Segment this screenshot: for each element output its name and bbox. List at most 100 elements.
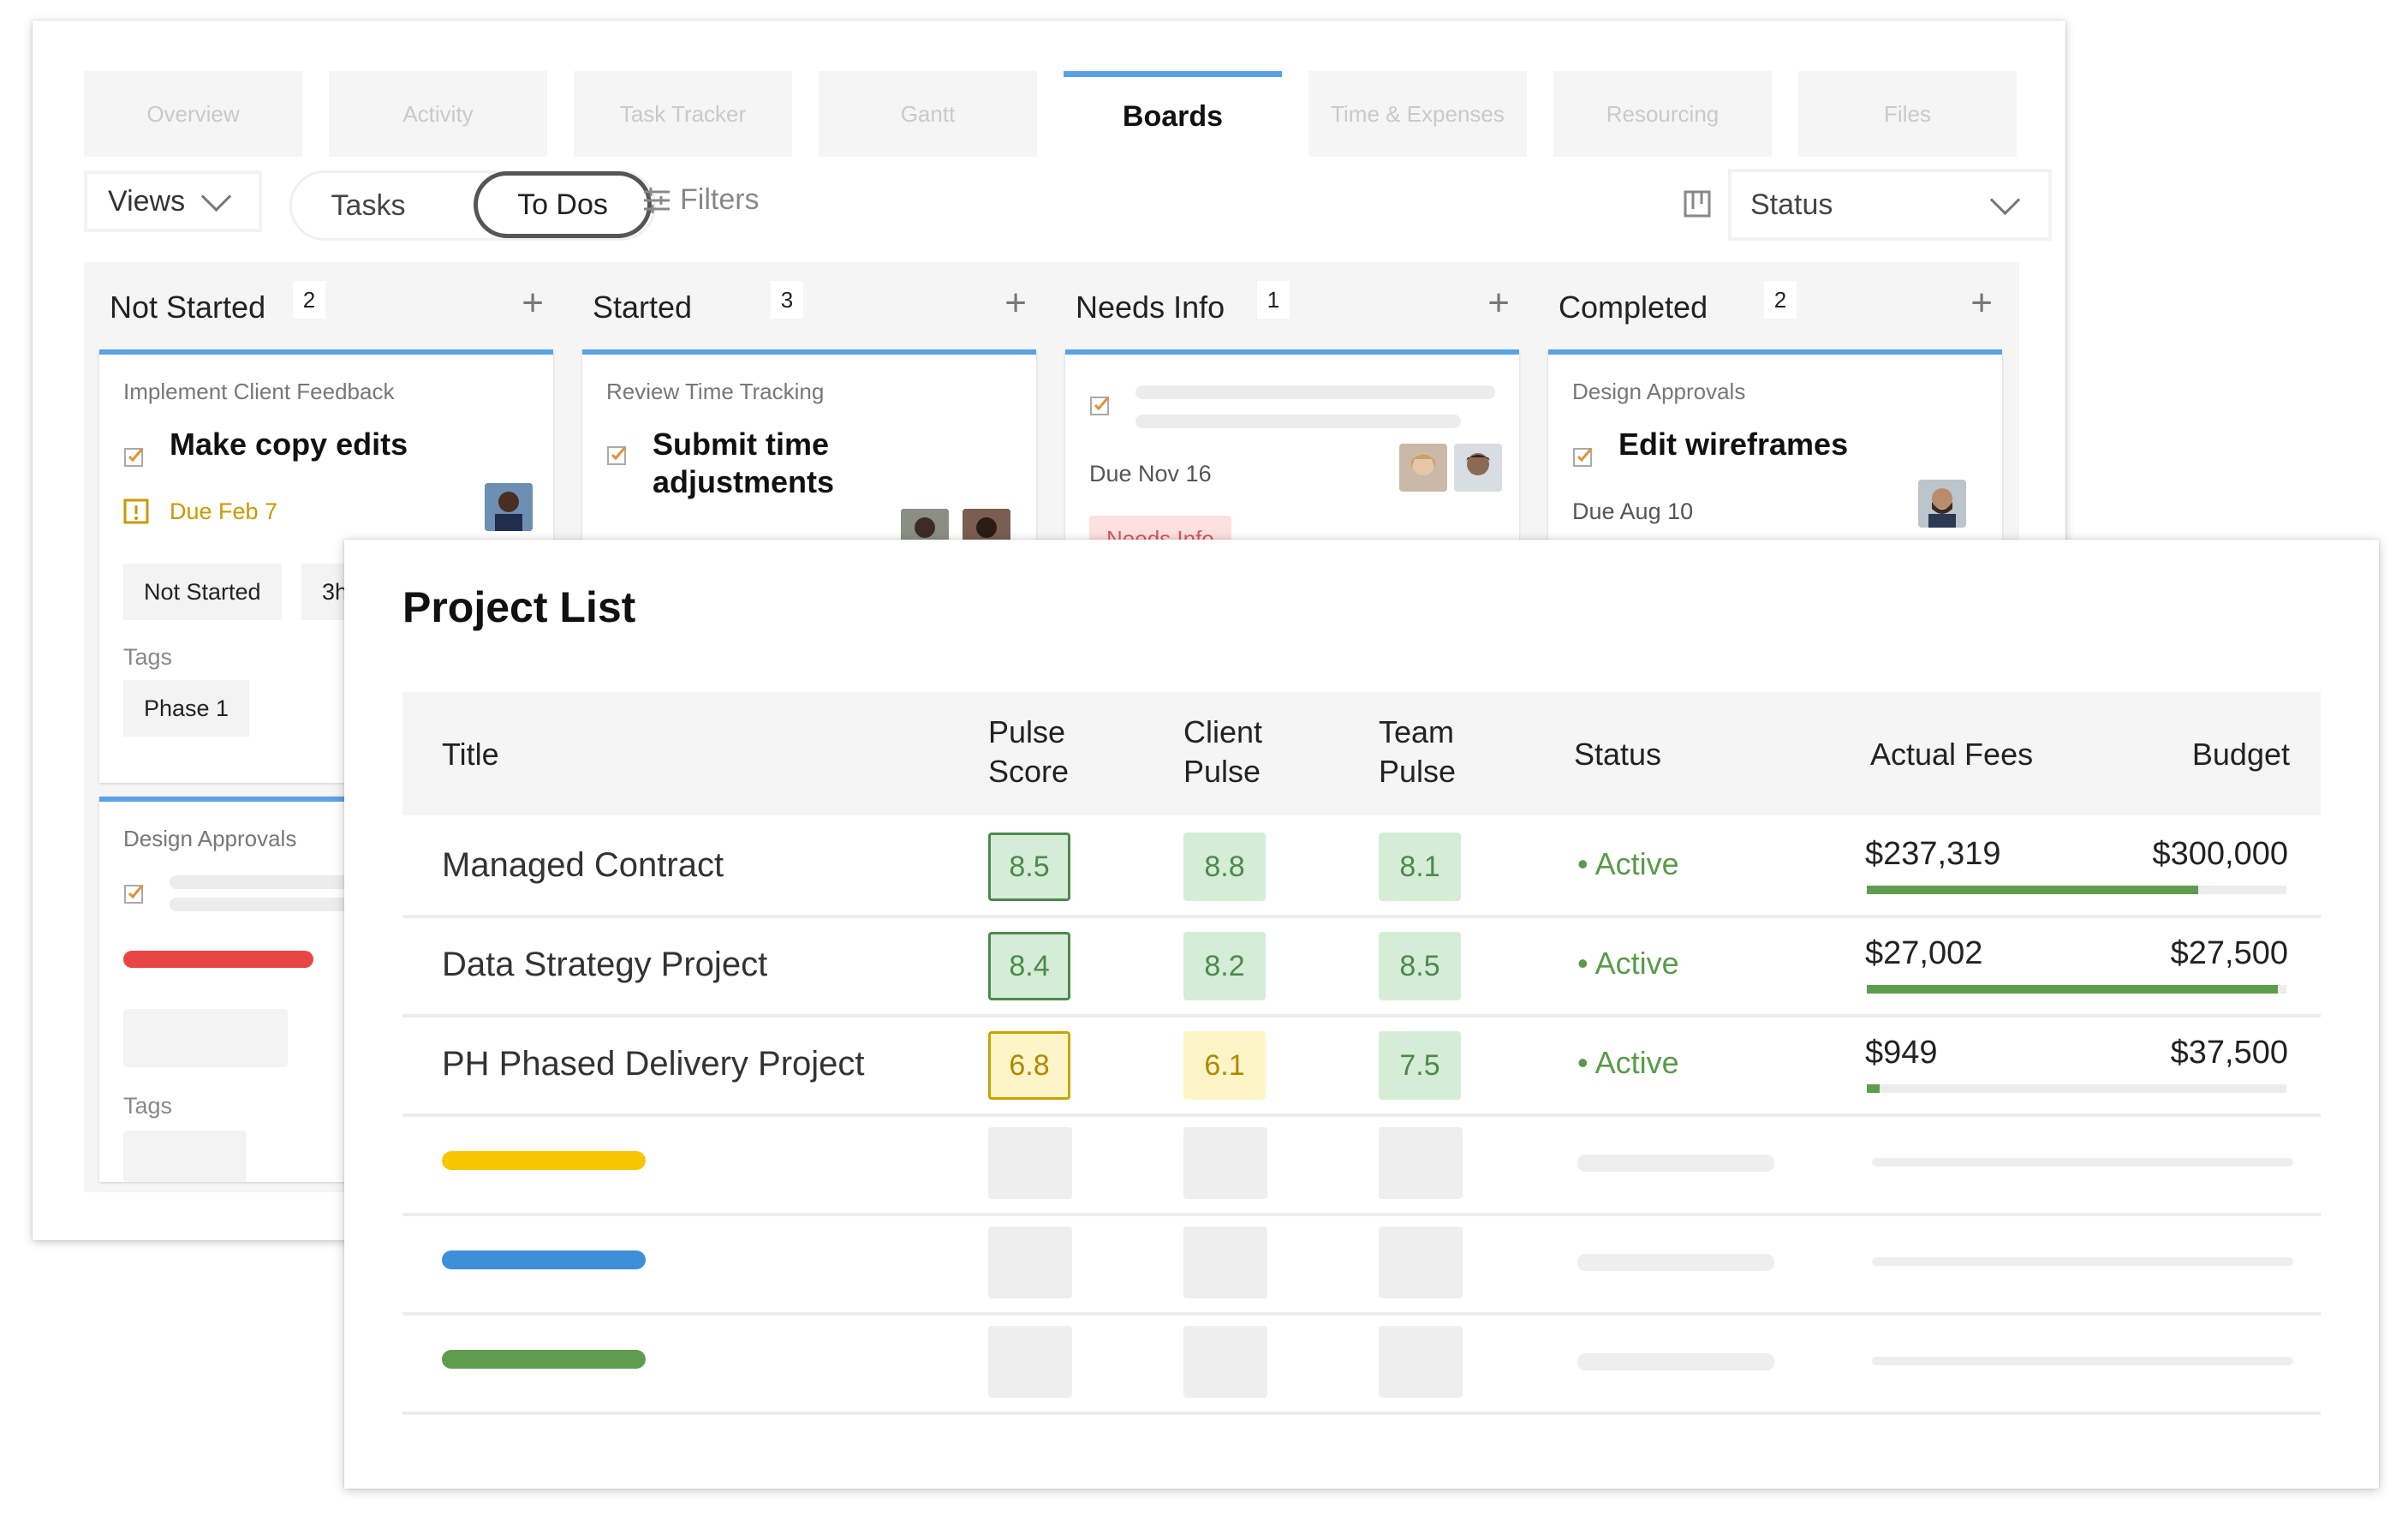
status-dropdown[interactable]: Status xyxy=(1728,169,2052,241)
todo-check-icon[interactable] xyxy=(1089,394,1112,416)
tab-resourcing[interactable]: Resourcing xyxy=(1553,71,1772,157)
column-count: 3 xyxy=(771,281,803,319)
tab-task-tracker[interactable]: Task Tracker xyxy=(574,71,792,157)
placeholder-line xyxy=(1577,1353,1774,1370)
project-title[interactable]: PH Phased Delivery Project xyxy=(442,1045,865,1083)
status-active: • Active xyxy=(1577,846,1679,881)
col-title[interactable]: Title xyxy=(442,735,499,774)
placeholder-line xyxy=(1135,415,1461,428)
pulse-score-badge: 8.5 xyxy=(988,833,1070,901)
team-pulse-badge: 8.5 xyxy=(1379,932,1461,1000)
table-row[interactable]: Managed Contract 8.5 8.8 8.1 • Active $2… xyxy=(402,815,2321,918)
client-pulse-badge: 8.8 xyxy=(1183,833,1266,901)
card-title-line2: adjustments xyxy=(653,464,835,499)
status-active: • Active xyxy=(1577,946,1679,981)
todos-toggle-button[interactable]: To Dos xyxy=(474,171,652,238)
pulse-score-badge: 8.4 xyxy=(988,932,1070,1000)
placeholder-line xyxy=(1872,1158,2293,1167)
col-pulse-score-1[interactable]: Pulse xyxy=(988,713,1065,752)
tasks-toggle-button[interactable]: Tasks xyxy=(292,173,444,238)
tab-gantt[interactable]: Gantt xyxy=(819,71,1037,157)
avatar xyxy=(1399,444,1447,492)
add-card-icon[interactable]: + xyxy=(522,284,544,322)
tag-pill[interactable]: Phase 1 xyxy=(123,680,250,737)
views-dropdown[interactable]: Views xyxy=(84,170,262,232)
page-title: Project List xyxy=(402,583,636,631)
client-pulse-badge: 8.2 xyxy=(1183,932,1266,1000)
todo-check-icon[interactable] xyxy=(123,882,146,904)
client-pulse-badge: 6.1 xyxy=(1183,1031,1266,1100)
placeholder-line xyxy=(1872,1357,2293,1365)
board-view-icon[interactable] xyxy=(1684,190,1711,218)
project-title[interactable]: Data Strategy Project xyxy=(442,946,767,984)
placeholder-box xyxy=(1183,1227,1267,1298)
todo-check-icon[interactable] xyxy=(123,445,146,468)
todo-check-icon[interactable] xyxy=(606,444,629,466)
budget: $37,500 xyxy=(2170,1035,2288,1071)
placeholder-bar-blue xyxy=(442,1250,646,1269)
column-count: 2 xyxy=(293,281,325,319)
project-title[interactable]: Managed Contract xyxy=(442,846,724,885)
card-title-line1: Submit time xyxy=(653,427,830,462)
placeholder-line xyxy=(1577,1155,1774,1172)
actual-fees: $237,319 xyxy=(1865,836,2001,872)
status-label: Status xyxy=(1750,188,1833,221)
placeholder-box xyxy=(1379,1127,1463,1199)
pulse-score-badge: 6.8 xyxy=(988,1031,1070,1100)
tab-files[interactable]: Files xyxy=(1798,71,2017,157)
chevron-down-icon xyxy=(1989,184,2021,216)
status-pill[interactable]: Not Started xyxy=(123,564,282,620)
col-pulse-score-2[interactable]: Score xyxy=(988,752,1069,791)
column-header-completed: Completed 2 + xyxy=(1543,278,2001,329)
column-title: Started xyxy=(593,289,693,325)
tab-boards[interactable]: Boards xyxy=(1064,71,1282,157)
filters-button[interactable]: Filters xyxy=(642,183,760,217)
tasks-todos-toggle: Tasks To Dos xyxy=(289,170,656,241)
placeholder-pill xyxy=(123,1009,288,1067)
col-status[interactable]: Status xyxy=(1574,735,1661,774)
placeholder-row xyxy=(402,1312,2321,1415)
placeholder-box xyxy=(988,1227,1072,1298)
placeholder-line xyxy=(1135,385,1495,399)
budget-progress-fill xyxy=(1867,985,2279,994)
red-progress-bar xyxy=(123,951,313,968)
col-team-pulse-2[interactable]: Pulse xyxy=(1379,752,1456,791)
placeholder-line xyxy=(1872,1257,2293,1266)
budget-progress-fill xyxy=(1867,886,2199,894)
placeholder-box xyxy=(1379,1326,1463,1398)
col-team-pulse-1[interactable]: Team xyxy=(1379,713,1454,752)
col-budget[interactable]: Budget xyxy=(2192,735,2290,774)
tab-overview[interactable]: Overview xyxy=(84,71,302,157)
col-client-pulse-2[interactable]: Pulse xyxy=(1183,752,1261,791)
placeholder-bar-green xyxy=(442,1350,646,1369)
card-due-date: Due Aug 10 xyxy=(1572,498,1694,524)
add-card-icon[interactable]: + xyxy=(1004,284,1027,322)
card-project: Design Approvals xyxy=(123,826,297,851)
col-client-pulse-1[interactable]: Client xyxy=(1183,713,1262,752)
add-card-icon[interactable]: + xyxy=(1970,284,1993,322)
column-header-started: Started 3 + xyxy=(577,278,1035,329)
card-due-date: Due Feb 7 xyxy=(170,498,278,524)
placeholder-bar-yellow xyxy=(442,1151,646,1170)
avatar xyxy=(485,483,533,531)
card-project: Review Time Tracking xyxy=(606,379,825,404)
tags-label: Tags xyxy=(123,1093,173,1119)
budget: $300,000 xyxy=(2152,836,2289,872)
table-header: Title Pulse Score Client Pulse Team Puls… xyxy=(402,692,2321,815)
col-actual-fees[interactable]: Actual Fees xyxy=(1870,735,2033,774)
team-pulse-badge: 8.1 xyxy=(1379,833,1461,901)
add-card-icon[interactable]: + xyxy=(1487,284,1510,322)
card-due-date: Due Nov 16 xyxy=(1089,461,1212,486)
task-card[interactable]: Due Nov 16 Needs Info xyxy=(1065,349,1519,563)
table-row[interactable]: PH Phased Delivery Project 6.8 6.1 7.5 •… xyxy=(402,1014,2321,1117)
tab-activity[interactable]: Activity xyxy=(329,71,547,157)
todo-check-icon[interactable] xyxy=(1572,445,1594,468)
actual-fees: $27,002 xyxy=(1865,935,1983,971)
chevron-down-icon xyxy=(200,181,232,212)
tab-time-expenses[interactable]: Time & Expenses xyxy=(1308,71,1527,157)
avatar xyxy=(1454,444,1502,492)
column-count: 2 xyxy=(1764,281,1797,319)
table-row[interactable]: Data Strategy Project 8.4 8.2 8.5 • Acti… xyxy=(402,915,2321,1018)
task-card[interactable]: Design Approvals Edit wireframes Due Aug… xyxy=(1548,349,2002,543)
task-card[interactable]: Review Time Tracking Submit time adjustm… xyxy=(582,349,1036,557)
